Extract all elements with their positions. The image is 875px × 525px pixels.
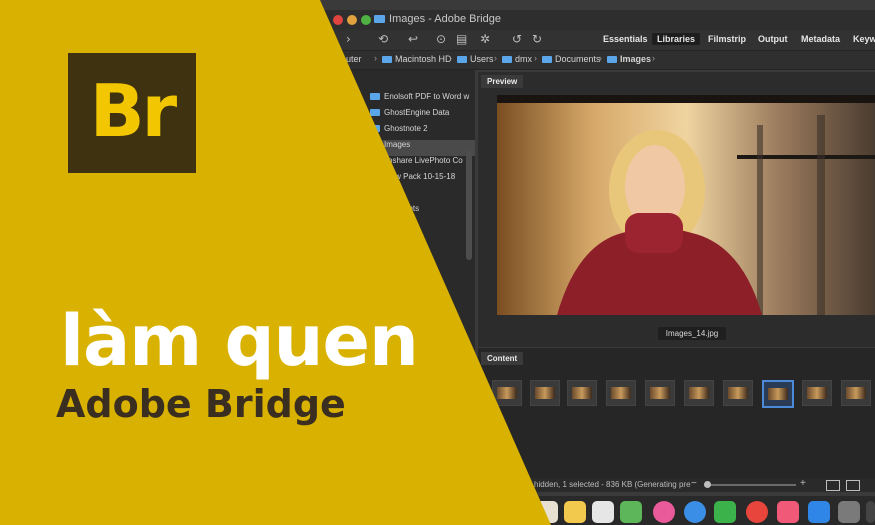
slider-handle[interactable]	[704, 481, 711, 488]
content-panel	[478, 348, 875, 478]
rotate-right-icon[interactable]: ↻	[532, 32, 542, 46]
folder-icon	[607, 56, 617, 63]
reminders-app-icon[interactable]	[592, 501, 614, 523]
thumbnail[interactable]	[530, 380, 560, 406]
thumbnail-selected[interactable]	[762, 380, 794, 408]
messages-app-icon[interactable]	[684, 501, 706, 523]
drive-icon	[382, 56, 392, 63]
breadcrumb-separator: ›	[534, 53, 537, 63]
list-view-icon[interactable]	[846, 480, 860, 491]
tab-preview[interactable]: Preview	[481, 75, 524, 88]
breadcrumb-macintosh-hd[interactable]: Macintosh HD	[382, 54, 452, 64]
folder-icon	[374, 15, 386, 23]
logo-inner: Br	[68, 53, 196, 173]
folder-item-selected[interactable]: Images	[330, 140, 475, 156]
music-app-icon[interactable]	[777, 501, 799, 523]
breadcrumb-users[interactable]: Users	[457, 54, 494, 64]
thumbnail[interactable]	[841, 380, 871, 406]
adobe-bridge-logo: Br	[58, 43, 206, 183]
facetime-app-icon[interactable]	[714, 501, 736, 523]
folder-icon	[370, 141, 380, 148]
folder-icon	[370, 109, 380, 116]
folder-icon	[370, 205, 380, 212]
camera-icon[interactable]: ⊙	[436, 32, 446, 46]
forward-icon[interactable]: ›	[346, 32, 351, 46]
breadcrumb-separator: ›	[652, 53, 655, 63]
thumbnail[interactable]	[645, 380, 675, 406]
zoom-out-icon[interactable]: −	[691, 478, 697, 489]
home-icon	[502, 56, 512, 63]
workspace-tab-metadata[interactable]: Metadata	[796, 33, 845, 45]
folder-icon	[457, 56, 467, 63]
folder-icon	[370, 93, 380, 100]
thumbnail[interactable]	[802, 380, 832, 406]
folder-item[interactable]: struments	[330, 204, 475, 220]
logo-text: Br	[89, 69, 177, 153]
breadcrumb-images[interactable]: Images	[607, 54, 651, 64]
breadcrumb-documents[interactable]: Documents	[542, 54, 601, 64]
photos-app-icon[interactable]	[653, 501, 675, 523]
workspace-tab-keywords[interactable]: Keyw	[848, 33, 875, 45]
folder-item[interactable]: Enolsoft PDF to Word w	[330, 92, 475, 108]
subhead: Adobe Bridge	[56, 382, 346, 426]
thumbnail[interactable]	[492, 380, 522, 406]
thumbnail-size-slider[interactable]	[704, 484, 796, 486]
thumbnail[interactable]	[684, 380, 714, 406]
return-icon[interactable]: ↩	[408, 32, 418, 46]
title-bar: Images - Adobe Bridge	[0, 10, 875, 31]
breadcrumb-separator: ›	[374, 53, 377, 63]
thumbnail[interactable]	[723, 380, 753, 406]
folder-item[interactable]: voshare LivePhoto Co	[330, 156, 475, 172]
tab-content[interactable]: Content	[481, 352, 524, 365]
status-text: hidden, 1 selected - 836 KB (Generating …	[534, 480, 691, 489]
grid-view-icon[interactable]	[826, 480, 840, 491]
batch-icon[interactable]: ✲	[480, 32, 490, 46]
folders-panel: Enolsoft PDF to Word w GhostEngine Data …	[330, 70, 475, 480]
system-preferences-icon[interactable]	[838, 501, 860, 523]
thumbnail[interactable]	[567, 380, 597, 406]
folder-item[interactable]: Ghostnote 2	[330, 124, 475, 140]
workspace-tab-essentials[interactable]: Essentials	[598, 33, 653, 45]
stickies-app-icon[interactable]	[564, 501, 586, 523]
workspace-tab-filmstrip[interactable]: Filmstrip	[703, 33, 751, 45]
news-app-icon[interactable]	[746, 501, 768, 523]
folder-icon	[370, 125, 380, 132]
breadcrumb-dmx[interactable]: dmx	[502, 54, 532, 64]
zoom-in-icon[interactable]: +	[800, 478, 806, 489]
workspace-tab-output[interactable]: Output	[753, 33, 793, 45]
refine-icon[interactable]: ▤	[456, 32, 467, 46]
maps-app-icon[interactable]	[620, 501, 642, 523]
workspace-tab-libraries[interactable]: Libraries	[652, 33, 701, 45]
folder-item[interactable]: GhostEngine Data	[330, 108, 475, 124]
breadcrumb-separator: ›	[449, 53, 452, 63]
breadcrumb-separator: ›	[494, 53, 497, 63]
folder-item[interactable]: crew Pack 10-15-18	[330, 172, 475, 188]
dock-app-icon[interactable]	[866, 501, 875, 523]
folder-item[interactable]: wings	[330, 188, 475, 204]
portrait-photo	[497, 95, 875, 315]
preview-filename: Images_14.jpg	[658, 327, 726, 340]
folders-scrollbar[interactable]	[466, 150, 472, 260]
app-store-icon[interactable]	[808, 501, 830, 523]
breadcrumb-computer[interactable]: nputer	[336, 54, 362, 64]
notes-app-icon[interactable]	[536, 501, 558, 523]
headline: làm quen	[60, 300, 419, 382]
window-title: Images - Adobe Bridge	[0, 13, 875, 25]
folder-icon	[370, 173, 380, 180]
folder-icon	[370, 189, 380, 196]
history-icon[interactable]: ⟲	[378, 32, 388, 46]
rotate-left-icon[interactable]: ↺	[512, 32, 522, 46]
preview-image	[497, 95, 875, 315]
breadcrumb-separator: ›	[599, 53, 602, 63]
folder-icon	[370, 157, 380, 164]
status-bar: hidden, 1 selected - 836 KB (Generating …	[478, 478, 875, 492]
folder-icon	[542, 56, 552, 63]
thumbnail[interactable]	[606, 380, 636, 406]
